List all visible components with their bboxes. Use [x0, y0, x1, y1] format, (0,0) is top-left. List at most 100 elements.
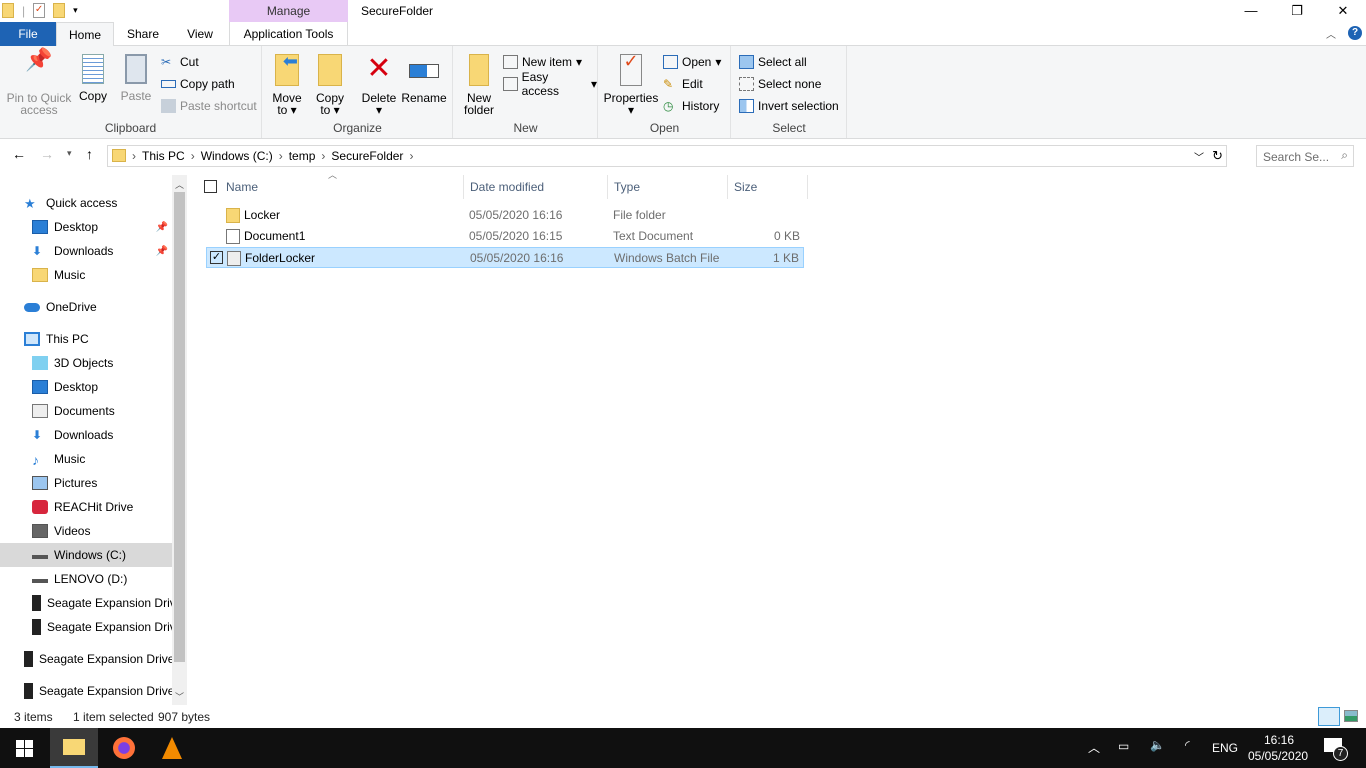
easy-access-button[interactable]: Easy access ▾: [503, 70, 597, 98]
taskbar-file-explorer[interactable]: [50, 728, 98, 768]
select-all-button[interactable]: Select all: [739, 53, 807, 71]
nav-item[interactable]: ⬇ Downloads 📌: [0, 239, 172, 263]
pin-quick-access-button[interactable]: 📌 Pin to Quick access: [4, 49, 74, 117]
address-bar[interactable]: › This PC › Windows (C:) › temp › SecureFold…: [107, 145, 1227, 167]
scroll-up-icon[interactable]: ︿: [175, 178, 184, 191]
taskbar-firefox[interactable]: [100, 728, 148, 768]
nav-item[interactable]: Pictures: [0, 471, 172, 495]
rename-button[interactable]: Rename: [401, 54, 447, 104]
nav-item[interactable]: Videos: [0, 519, 172, 543]
nav-item[interactable]: ♪ Music: [0, 447, 172, 471]
select-all-checkbox[interactable]: [204, 180, 217, 193]
breadcrumb-this-pc[interactable]: This PC: [142, 149, 185, 163]
column-header-name[interactable]: Name: [220, 175, 464, 199]
folder-icon: [32, 268, 48, 282]
show-hidden-icons[interactable]: ︿: [1088, 739, 1100, 756]
back-button[interactable]: ←: [12, 146, 26, 162]
new-folder-qat-icon[interactable]: [53, 3, 66, 18]
forward-button[interactable]: →: [40, 146, 54, 162]
close-button[interactable]: ✕: [1320, 0, 1366, 22]
breadcrumb-windows-c[interactable]: Windows (C:): [201, 149, 273, 163]
file-row[interactable]: ✓ FolderLocker 05/05/2020 16:16 Windows Bat…: [206, 247, 804, 268]
copy-to-button[interactable]: Copy to ▾: [313, 54, 347, 116]
new-folder-button[interactable]: New folder: [460, 54, 498, 116]
up-button[interactable]: ↑: [86, 146, 93, 162]
address-dropdown-icon[interactable]: ﹀: [1194, 149, 1204, 164]
breadcrumb-securefolder[interactable]: SecureFolder: [331, 149, 403, 163]
nav-item-label: 3D Objects: [54, 356, 114, 370]
history-button[interactable]: ◷ History: [663, 97, 719, 115]
invert-selection-icon: [739, 99, 754, 113]
edit-button[interactable]: ✎ Edit: [663, 75, 703, 93]
collapse-ribbon-icon[interactable]: ︿: [1326, 26, 1336, 41]
nav-scrollbar-thumb[interactable]: [174, 192, 185, 662]
column-header-size[interactable]: Size: [728, 175, 808, 199]
videos-icon: [32, 524, 48, 538]
taskbar-vlc[interactable]: [148, 728, 196, 768]
new-item-button[interactable]: New item ▾: [503, 53, 582, 71]
language-indicator[interactable]: ENG: [1212, 741, 1238, 755]
tab-home[interactable]: Home: [56, 22, 114, 47]
clock-date[interactable]: 05/05/2020: [1248, 749, 1308, 763]
recent-locations-icon[interactable]: ▾: [67, 148, 72, 159]
file-row[interactable]: Document1 05/05/2020 16:15 Text Document 0 …: [206, 226, 804, 247]
paste-shortcut-button[interactable]: Paste shortcut: [161, 97, 257, 115]
properties-qat-icon[interactable]: ✓: [33, 3, 46, 18]
open-button[interactable]: Open ▾: [663, 53, 721, 71]
open-icon: [663, 55, 678, 69]
move-to-button[interactable]: ⬅ Move to ▾: [269, 52, 305, 116]
column-header-type[interactable]: Type: [608, 175, 728, 199]
copy-button[interactable]: Copy: [76, 54, 110, 102]
nav-item[interactable]: Music: [0, 263, 172, 287]
nav-item-label: This PC: [46, 332, 89, 346]
delete-button[interactable]: ✕ Delete ▾: [361, 54, 397, 117]
refresh-icon[interactable]: ↻: [1212, 148, 1223, 164]
help-icon[interactable]: ?: [1348, 26, 1362, 40]
nav-item[interactable]: Windows (C:): [0, 543, 172, 567]
properties-button[interactable]: ✓ Properties ▾: [603, 52, 659, 116]
cut-button[interactable]: ✂ Cut: [161, 53, 199, 71]
minimize-button[interactable]: —: [1228, 0, 1274, 22]
wifi-icon[interactable]: ◜: [1185, 738, 1190, 752]
nav-item[interactable]: Desktop: [0, 375, 172, 399]
volume-icon[interactable]: 🔈: [1150, 738, 1165, 752]
maximize-button[interactable]: ❐: [1274, 0, 1320, 22]
nav-item[interactable]: This PC: [0, 327, 172, 351]
nav-item[interactable]: Desktop 📌: [0, 215, 172, 239]
breadcrumb-temp[interactable]: temp: [289, 149, 316, 163]
nav-item[interactable]: OneDrive: [0, 295, 172, 319]
nav-item[interactable]: REACHit Drive: [0, 495, 172, 519]
invert-selection-button[interactable]: Invert selection: [739, 97, 839, 115]
tab-view[interactable]: View: [176, 22, 224, 46]
large-icons-view-button[interactable]: [1344, 710, 1358, 722]
nav-item-label: Documents: [54, 404, 115, 418]
start-button[interactable]: [0, 728, 48, 768]
column-header-date[interactable]: Date modified: [464, 175, 608, 199]
nav-item[interactable]: Seagate Expansion Drive: [0, 647, 172, 671]
paste-button[interactable]: Paste: [118, 54, 154, 102]
row-checkbox[interactable]: ✓: [210, 251, 223, 264]
cube-icon: [32, 356, 48, 370]
nav-item[interactable]: Seagate Expansion Drive: [0, 591, 172, 615]
copy-path-button[interactable]: Copy path: [161, 75, 235, 93]
scroll-down-icon[interactable]: ﹀: [175, 690, 184, 703]
clock-time[interactable]: 16:16: [1264, 733, 1294, 747]
desktop-icon: [32, 220, 48, 234]
battery-icon[interactable]: ▭: [1118, 739, 1129, 753]
search-box[interactable]: Search Se... ⌕: [1256, 145, 1354, 167]
select-none-button[interactable]: Select none: [739, 75, 821, 93]
nav-item[interactable]: Seagate Expansion Drive: [0, 615, 172, 639]
tab-share[interactable]: Share: [118, 22, 168, 46]
tab-file[interactable]: File: [0, 22, 56, 46]
nav-item[interactable]: 3D Objects: [0, 351, 172, 375]
nav-item[interactable]: ⬇ Downloads: [0, 423, 172, 447]
details-view-button[interactable]: [1318, 707, 1340, 726]
file-row[interactable]: Locker 05/05/2020 16:16 File folder: [206, 205, 804, 226]
nav-item[interactable]: LENOVO (D:): [0, 567, 172, 591]
customize-qat-icon[interactable]: ▾: [73, 5, 78, 16]
nav-item[interactable]: Documents: [0, 399, 172, 423]
vlc-icon: [162, 737, 182, 759]
tab-application-tools[interactable]: Application Tools: [229, 22, 348, 46]
nav-item[interactable]: ★ Quick access: [0, 191, 172, 215]
nav-item[interactable]: Seagate Expansion Drive: [0, 679, 172, 703]
